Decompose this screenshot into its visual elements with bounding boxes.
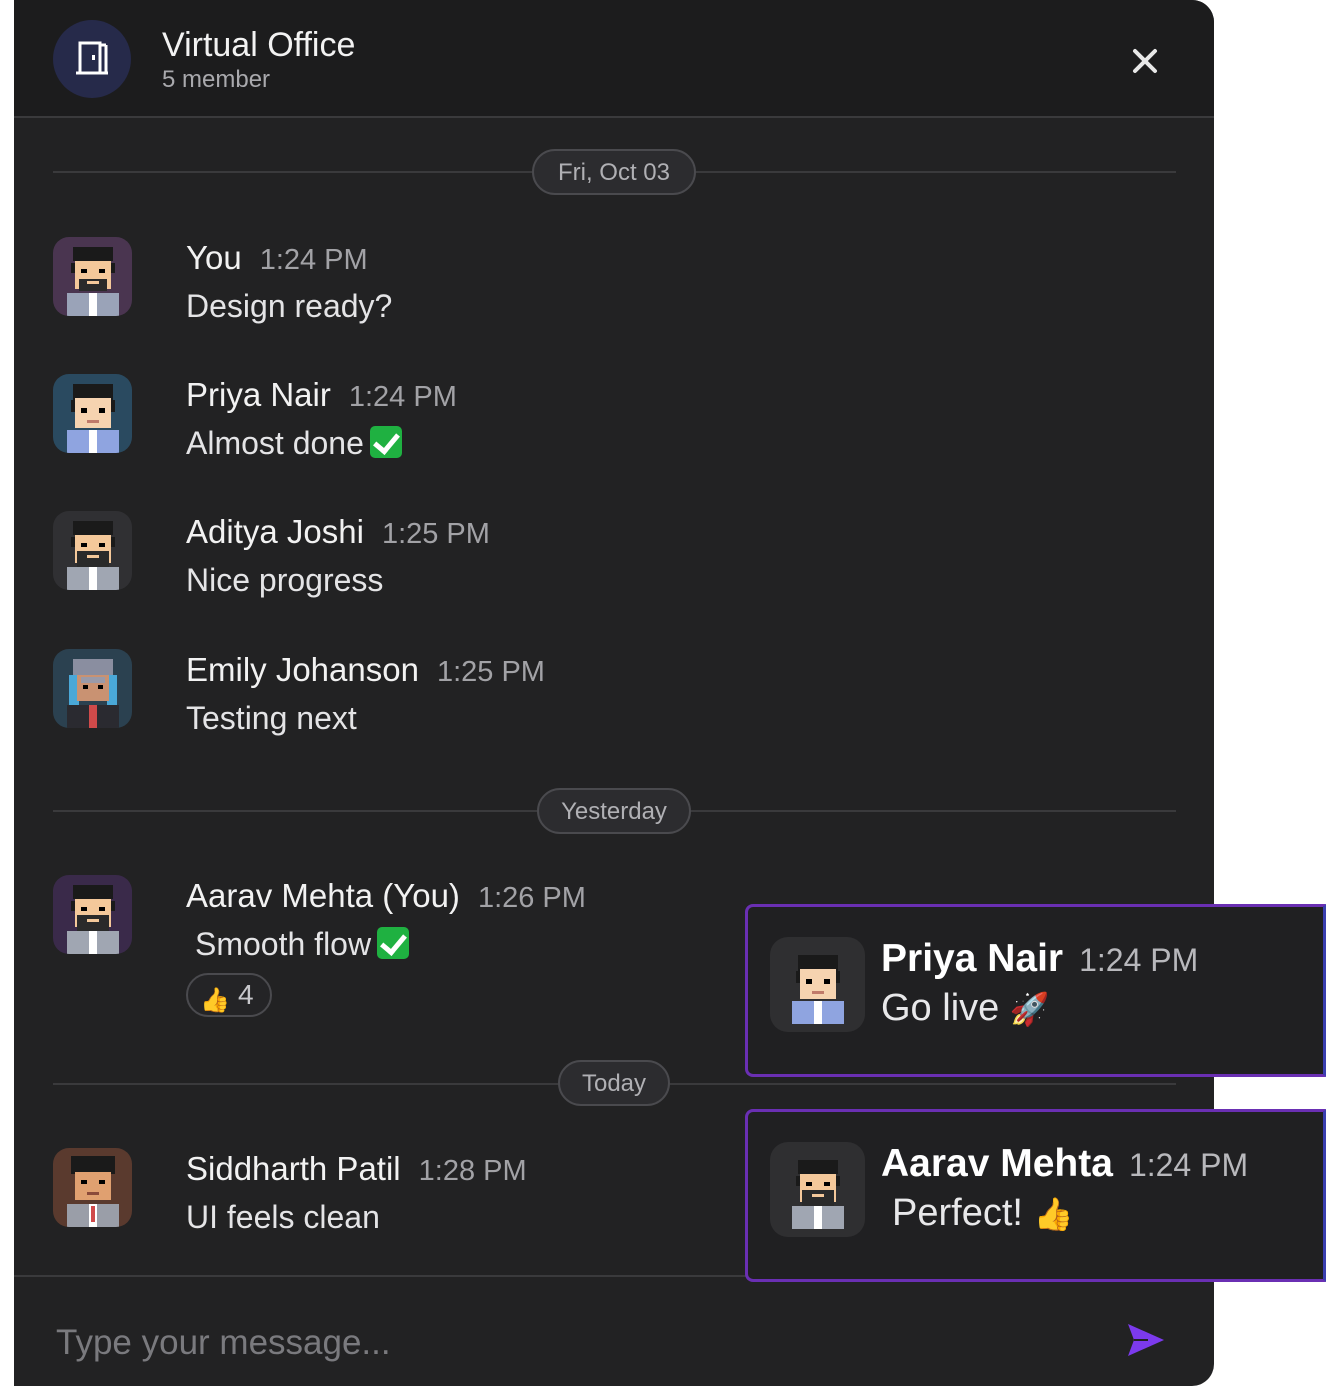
message-text: Testing next bbox=[186, 700, 357, 736]
door-icon bbox=[76, 41, 108, 75]
message-time: 1:25 PM bbox=[381, 518, 490, 550]
thumbs-up-icon: 👍 bbox=[200, 987, 230, 1014]
date-separator: Today bbox=[558, 1060, 670, 1106]
reaction-thumbs-up[interactable]: 👍 4 bbox=[186, 973, 272, 1017]
member-count: 5 member bbox=[162, 66, 271, 93]
room-avatar bbox=[53, 20, 131, 98]
rocket-icon: 🚀 bbox=[1009, 991, 1050, 1027]
avatar bbox=[53, 511, 132, 590]
avatar bbox=[53, 374, 132, 453]
message-text: Design ready? bbox=[186, 288, 393, 324]
avatar bbox=[53, 649, 132, 728]
toast-sender-name: Priya Nair bbox=[881, 937, 1064, 980]
notification-toast[interactable]: Priya Nair 1:24 PM Go live 🚀 bbox=[745, 904, 1326, 1077]
message-input[interactable] bbox=[54, 1317, 1098, 1369]
toast-text-row: Go live 🚀 bbox=[881, 987, 1050, 1030]
check-mark-icon bbox=[377, 927, 410, 959]
toast-avatar bbox=[770, 937, 865, 1032]
avatar bbox=[53, 237, 132, 316]
message-time: 1:24 PM bbox=[348, 381, 457, 413]
message-time: 1:24 PM bbox=[259, 244, 368, 276]
send-button[interactable] bbox=[1126, 1322, 1166, 1358]
thumbs-up-icon: 👍 bbox=[1033, 1196, 1074, 1232]
avatar bbox=[53, 875, 132, 954]
sender-name: Aditya Joshi bbox=[186, 513, 364, 550]
message-time: 1:26 PM bbox=[477, 882, 586, 914]
sender-name: Emily Johanson bbox=[186, 651, 419, 688]
sender-name: Aarav Mehta (You) bbox=[186, 877, 460, 914]
toast-avatar bbox=[770, 1142, 865, 1237]
sender-name: Siddharth Patil bbox=[186, 1150, 401, 1187]
message-text: UI feels clean bbox=[186, 1199, 380, 1235]
message-text-row: Smooth flow bbox=[195, 926, 410, 963]
message-time: 1:28 PM bbox=[418, 1155, 527, 1187]
message-text: Smooth flow bbox=[195, 926, 372, 962]
close-button[interactable] bbox=[1128, 44, 1162, 78]
toast-text-row: Perfect! 👍 bbox=[892, 1192, 1073, 1235]
message-time: 1:25 PM bbox=[436, 656, 545, 688]
close-icon bbox=[1133, 49, 1157, 73]
send-icon bbox=[1128, 1324, 1164, 1356]
sender-name: You bbox=[186, 239, 242, 276]
message-text: Nice progress bbox=[186, 562, 384, 598]
date-separator: Yesterday bbox=[537, 788, 691, 834]
message-text-row: Almost done bbox=[186, 425, 402, 462]
check-mark-icon bbox=[369, 426, 402, 458]
reaction-count: 4 bbox=[238, 979, 254, 1010]
sender-name: Priya Nair bbox=[186, 376, 331, 413]
toast-sender-name: Aarav Mehta bbox=[881, 1142, 1113, 1185]
toast-text: Go live bbox=[881, 987, 1000, 1029]
toast-time: 1:24 PM bbox=[1079, 942, 1199, 978]
message-text: Almost done bbox=[186, 425, 364, 461]
room-title: Virtual Office bbox=[162, 26, 356, 64]
chat-header: Virtual Office 5 member bbox=[14, 0, 1214, 118]
avatar bbox=[53, 1148, 132, 1227]
toast-time: 1:24 PM bbox=[1128, 1147, 1249, 1183]
toast-text: Perfect! bbox=[892, 1192, 1023, 1234]
notification-toast[interactable]: Aarav Mehta 1:24 PM Perfect! 👍 bbox=[745, 1109, 1326, 1282]
date-separator: Fri, Oct 03 bbox=[532, 149, 696, 195]
